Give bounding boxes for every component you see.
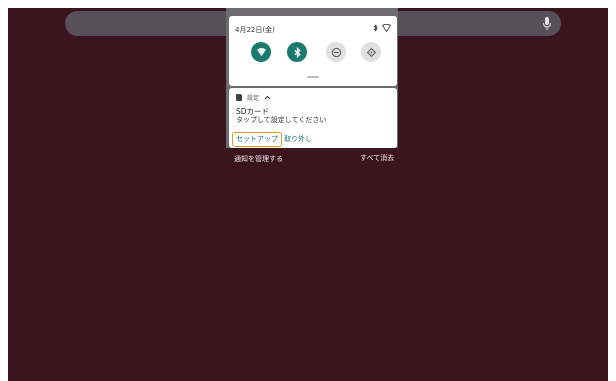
wifi-status-icon: [381, 23, 392, 33]
bluetooth-icon: [293, 46, 301, 58]
bluetooth-status-icon: [374, 24, 379, 32]
sd-card-icon: [236, 93, 242, 101]
status-icons: [373, 23, 392, 35]
manage-notifications-button[interactable]: 通知を管理する: [234, 155, 283, 164]
wifi-tile[interactable]: [251, 42, 271, 62]
eject-button[interactable]: 取り外し: [284, 134, 312, 145]
bluetooth-tile[interactable]: [287, 42, 307, 62]
notification-title: SDカード: [236, 107, 270, 116]
do-not-disturb-icon: [331, 47, 341, 57]
drag-handle[interactable]: [307, 76, 319, 78]
setup-button[interactable]: セットアップ: [232, 132, 282, 147]
date-label: 4月22日(金): [235, 26, 275, 34]
wifi-icon: [256, 47, 266, 56]
quick-settings-panel: 4月22日(金): [229, 16, 397, 86]
auto-rotate-tile[interactable]: [361, 42, 381, 62]
do-not-disturb-tile[interactable]: [326, 42, 346, 62]
notification-text: タップして設定してください: [236, 116, 327, 124]
sd-card-notification[interactable]: 設定 SDカード タップして設定してください セットアップ 取り外し: [229, 88, 397, 148]
mic-icon[interactable]: [542, 17, 552, 31]
clear-all-button[interactable]: すべて消去: [360, 154, 394, 163]
home-screen: 4月22日(金) 設定 SDカード タップして設定してください セットアップ 取…: [8, 8, 608, 381]
notification-app-name: 設定: [247, 94, 260, 102]
chevron-up-icon[interactable]: [264, 95, 271, 100]
notification-header: 設定: [236, 92, 271, 102]
auto-rotate-icon: [366, 47, 376, 57]
